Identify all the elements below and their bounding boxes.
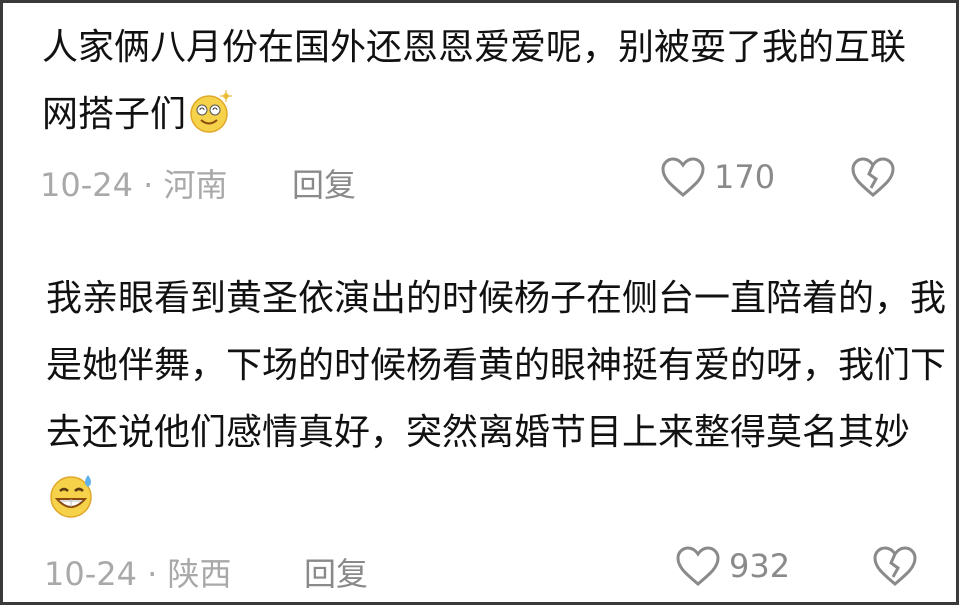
dislike-button[interactable]	[872, 545, 918, 595]
like-count: 170	[714, 158, 776, 196]
comment-item: 人家俩八月份在国外还恩恩爱爱呢，别被耍了我的互联网搭子们 10-24 · 河南 …	[0, 14, 959, 210]
like-button[interactable]: 932	[675, 545, 790, 587]
like-button[interactable]: 170	[660, 156, 775, 198]
heart-icon	[676, 546, 720, 586]
reply-button[interactable]: 回复	[304, 549, 368, 595]
comment-meta: 10-24 · 河南 回复 170	[0, 154, 959, 210]
comment-meta: 10-24 · 陕西 回复 932	[0, 543, 959, 599]
grin-sweat-emoji-icon	[48, 471, 92, 518]
dizzy-smile-emoji-icon	[188, 89, 233, 133]
heart-icon	[661, 157, 705, 197]
comment-text: 我亲眼看到黄圣依演出的时候杨子在侧台一直陪着的，我是她伴舞，下场的时候杨看黄的眼…	[46, 265, 946, 533]
like-count: 932	[729, 547, 791, 585]
comment-item: 我亲眼看到黄圣依演出的时候杨子在侧台一直陪着的，我是她伴舞，下场的时候杨看黄的眼…	[0, 265, 959, 599]
broken-heart-icon	[851, 157, 895, 197]
comment-text: 人家俩八月份在国外还恩恩爱爱呢，别被耍了我的互联网搭子们	[42, 27, 907, 135]
dislike-button[interactable]	[850, 156, 896, 206]
reply-button[interactable]: 回复	[292, 160, 356, 206]
date-location: 10-24 · 河南	[40, 166, 228, 204]
date-location: 10-24 · 陕西	[44, 555, 232, 593]
broken-heart-icon	[873, 546, 917, 586]
